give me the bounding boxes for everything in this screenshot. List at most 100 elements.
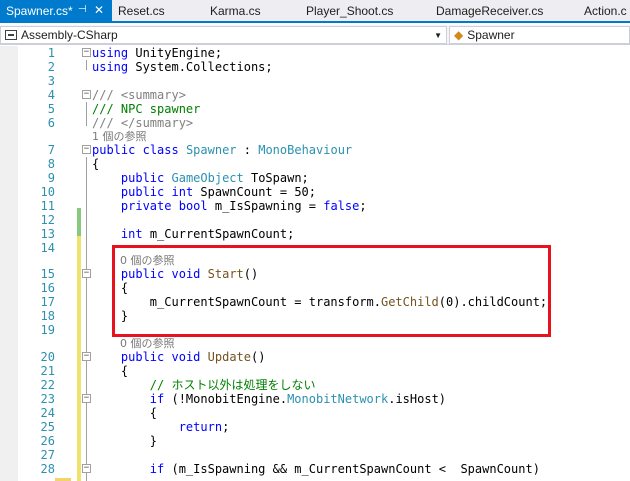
tab-label: Reset.cs [118,3,165,18]
document-tab-strip: Spawner.cs* ⊣ ✕ Reset.cs Karma.cs Player… [0,0,630,23]
code-text: using UnityEngine; [92,46,223,60]
line-number: 14 [40,241,55,255]
code-line-6: 6 /// </summary> [0,116,630,130]
line-number: 6 [47,116,55,130]
tab-action-cs[interactable]: Action.c [578,0,630,21]
code-line-10: 10 public int SpawnCount = 50; [0,185,630,199]
annotation-highlight-box [112,245,551,337]
line-number: 21 [40,364,55,378]
tab-spawner-cs[interactable]: Spawner.cs* ⊣ ✕ [0,0,112,21]
line-number: 11 [40,199,55,213]
code-line-20: 20 − public void Update() [0,350,630,364]
line-number: 2 [47,60,55,74]
line-number: 12 [40,213,55,227]
code-text: public int SpawnCount = 50; [120,185,317,199]
tab-damagereceiver-cs[interactable]: DamageReceiver.cs [430,0,578,21]
line-number: 7 [47,143,55,157]
chevron-down-icon[interactable]: ▼ [434,31,442,40]
tab-label: Spawner.cs* [6,3,73,18]
code-line-3: 3 [0,74,630,88]
code-line-8: 8 { [0,157,630,171]
code-line-5: 5 /// NPC spawner [0,102,630,116]
line-number: 8 [47,157,55,171]
line-number: 1 [47,46,55,60]
tab-player-shoot-cs[interactable]: Player_Shoot.cs [300,0,430,21]
code-text: public GameObject ToSpawn; [120,171,309,185]
code-text: { [120,364,129,378]
project-name: Assembly-CSharp [21,28,118,42]
code-line-9: 9 public GameObject ToSpawn; [0,171,630,185]
line-number: 16 [40,281,55,295]
code-text: public void Update() [120,350,266,364]
codelens-references[interactable]: 0 個の参照 [120,337,175,350]
code-editor[interactable]: 1 − using UnityEngine; 2 using System.Co… [0,46,630,481]
tab-label: Player_Shoot.cs [306,3,394,18]
line-number: 18 [40,309,55,323]
close-icon[interactable]: ✕ [94,3,104,17]
line-number: 27 [40,448,55,462]
code-line-13: 13 int m_CurrentSpawnCount; [0,227,630,241]
line-number: 10 [40,185,55,199]
code-line-7: 7 − public class Spawner : MonoBehaviour [0,143,630,157]
code-line-4: 4 − /// <summary> [0,88,630,102]
code-text: public class Spawner : MonoBehaviour [92,143,353,157]
code-text: using System.Collections; [92,60,273,74]
project-dropdown[interactable]: Assembly-CSharp ▼ [0,26,447,44]
code-text: int m_CurrentSpawnCount; [120,227,295,241]
line-number: 17 [40,295,55,309]
code-text: { [92,157,100,171]
code-line-2: 2 using System.Collections; [0,60,630,74]
tab-karma-cs[interactable]: Karma.cs [204,0,300,21]
code-line-23: 23 − if (!MonobitEngine.MonobitNetwork.i… [0,392,630,406]
fold-toggle-icon[interactable]: − [82,145,91,154]
line-number: 5 [47,102,55,116]
pin-icon[interactable]: ⊣ [78,4,87,15]
fold-toggle-icon[interactable]: − [82,48,91,57]
class-icon: ◆ [454,28,464,42]
code-text: return; [178,420,230,434]
tab-label: Action.c [584,3,627,18]
code-text: if (m_IsSpawning && m_CurrentSpawnCount … [149,462,540,476]
tab-reset-cs[interactable]: Reset.cs [112,0,204,21]
code-text: private bool m_IsSpawning = false; [120,199,367,213]
code-line-28: 28 − if (m_IsSpawning && m_CurrentSpawnC… [0,462,630,476]
code-line-22: 22 // ホスト以外は処理をしない [0,378,630,392]
line-number: 4 [47,88,55,102]
code-line-25: 25 return; [0,420,630,434]
fold-toggle-icon[interactable]: − [82,90,91,99]
csharp-project-icon [5,30,17,40]
fold-toggle-icon[interactable]: − [82,394,91,403]
code-text: /// </summary> [92,116,194,130]
code-line-12: 12 [0,213,630,227]
code-text: if (!MonobitEngine.MonobitNetwork.isHost… [149,392,447,406]
line-number: 23 [40,392,55,406]
line-number: 13 [40,227,55,241]
code-text: // ホスト以外は処理をしない [149,378,316,392]
class-dropdown[interactable]: ◆ Spawner [449,26,630,44]
line-number: 20 [40,350,55,364]
code-text: /// NPC spawner [92,102,201,116]
codelens-references[interactable]: 1 個の参照 [92,130,147,143]
line-number: 22 [40,378,55,392]
code-text: { [149,406,158,420]
line-number: 3 [47,74,55,88]
fold-toggle-icon[interactable]: − [82,464,91,473]
tab-label: DamageReceiver.cs [436,3,544,18]
line-number: 15 [40,267,55,281]
code-line-26: 26 } [0,434,630,448]
fold-toggle-icon[interactable]: − [82,269,91,278]
fold-toggle-icon[interactable]: − [82,352,91,361]
navigation-bar: Assembly-CSharp ▼ ◆ Spawner [0,25,630,45]
code-line-21: 21 { [0,364,630,378]
line-number: 28 [40,462,55,476]
line-number: 25 [40,420,55,434]
code-line-11: 11 private bool m_IsSpawning = false; [0,199,630,213]
line-number: 19 [40,323,55,337]
code-line-24: 24 { [0,406,630,420]
line-number: 24 [40,406,55,420]
code-line-27: 27 [0,448,630,462]
tab-label: Karma.cs [210,3,261,18]
code-line-1: 1 − using UnityEngine; [0,46,630,60]
code-text: /// <summary> [92,88,186,102]
line-number: 26 [40,434,55,448]
